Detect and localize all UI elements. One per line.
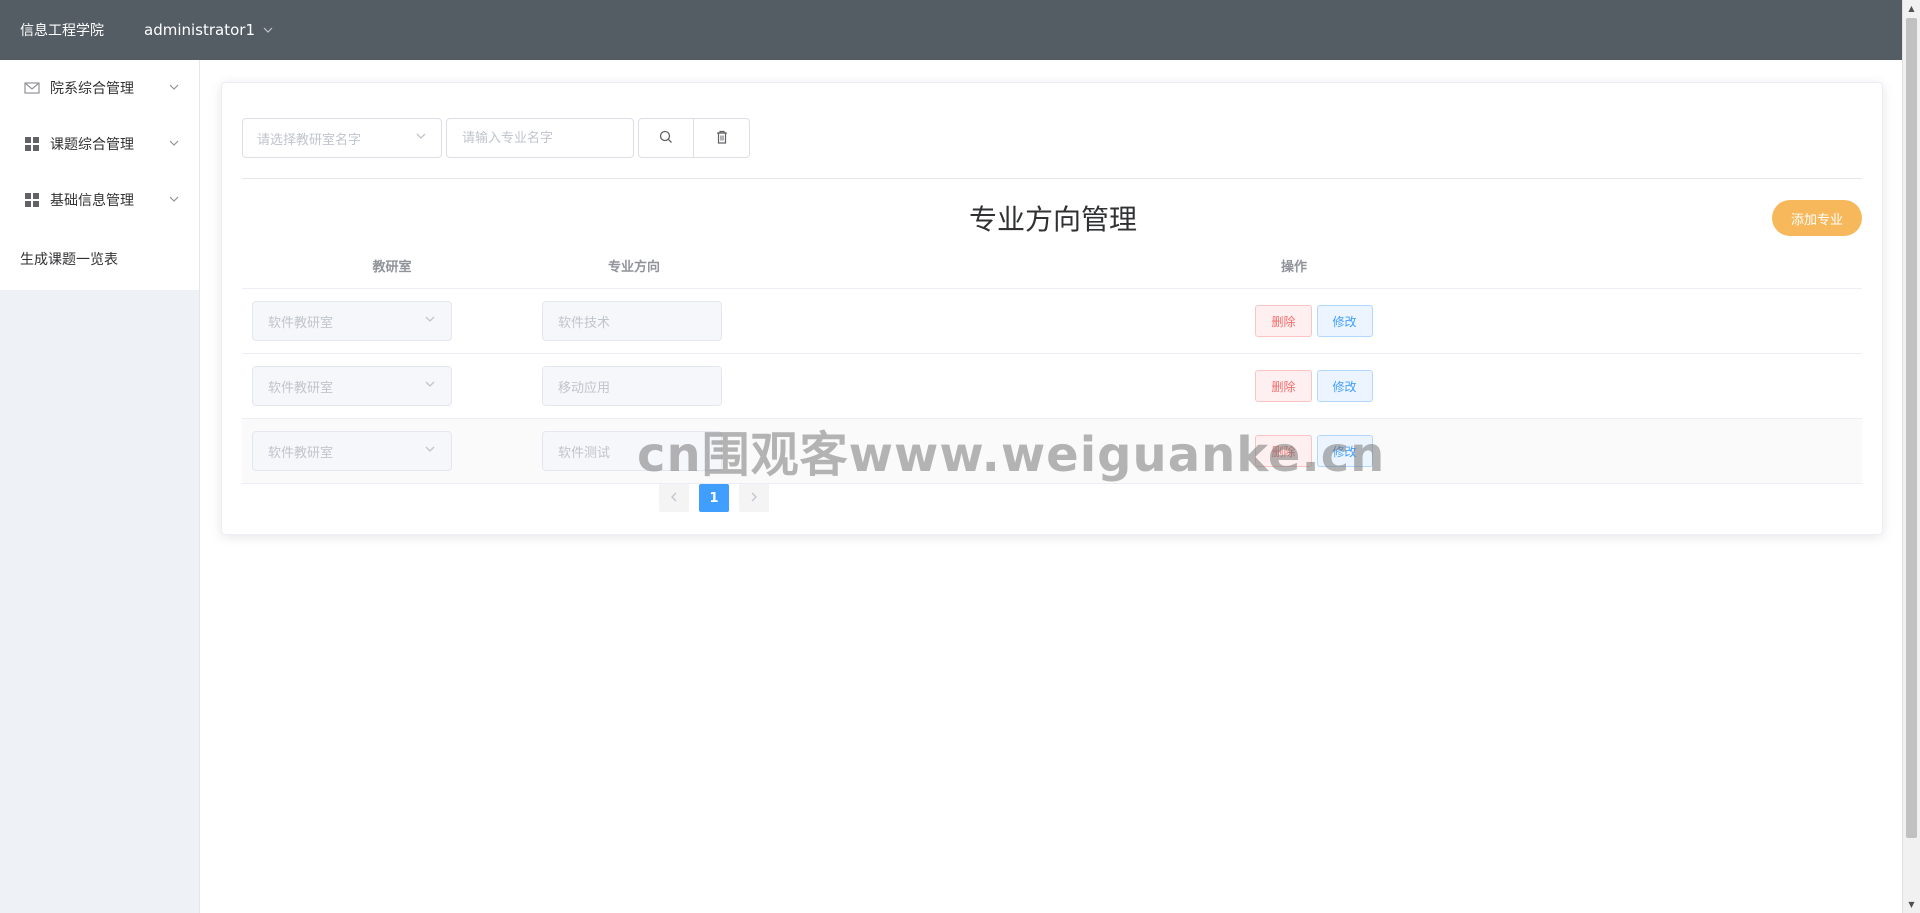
edit-button[interactable]: 修改 bbox=[1316, 370, 1373, 402]
page-number-button[interactable]: 1 bbox=[699, 484, 729, 512]
chevron-down-icon bbox=[415, 130, 427, 146]
top-header: 信息工程学院 administrator1 bbox=[0, 0, 1902, 60]
major-management-card: 请选择教研室名字 专业方向管理 添加专业 教研室 专业方向 操作 bbox=[221, 82, 1883, 535]
search-button-group bbox=[638, 118, 750, 158]
delete-button[interactable]: 删除 bbox=[1255, 370, 1312, 402]
major-search-input[interactable] bbox=[446, 118, 634, 158]
actions-cell: 删除 修改 bbox=[726, 435, 1862, 467]
chevron-down-icon bbox=[424, 443, 436, 459]
add-major-button[interactable]: 添加专业 bbox=[1772, 200, 1862, 236]
department-select-placeholder: 请选择教研室名字 bbox=[257, 132, 362, 148]
user-dropdown[interactable]: administrator1 bbox=[144, 21, 273, 39]
scroll-up-arrow-icon[interactable]: ▲ bbox=[1903, 0, 1920, 17]
major-input-disabled: 软件测试 bbox=[542, 431, 722, 471]
column-header-actions: 操作 bbox=[1280, 260, 1307, 275]
trash-icon bbox=[716, 129, 728, 148]
department-value: 软件教研室 bbox=[268, 445, 334, 461]
pagination: 1 bbox=[659, 484, 769, 512]
sidebar-item-topic[interactable]: 课题综合管理 bbox=[0, 116, 199, 172]
search-toolbar: 请选择教研室名字 bbox=[242, 118, 750, 158]
major-cell: 软件技术 bbox=[542, 301, 726, 341]
next-page-button[interactable] bbox=[739, 484, 769, 512]
search-icon bbox=[659, 129, 673, 148]
scrollbar-thumb[interactable] bbox=[1906, 18, 1917, 838]
actions-cell: 删除 修改 bbox=[726, 370, 1862, 402]
chevron-down-icon bbox=[169, 80, 179, 96]
major-cell: 移动应用 bbox=[542, 366, 726, 406]
department-cell: 软件教研室 bbox=[242, 301, 542, 341]
department-value: 软件教研室 bbox=[268, 380, 334, 396]
actions-cell: 删除 修改 bbox=[726, 305, 1862, 337]
brand-name: 信息工程学院 bbox=[20, 23, 104, 39]
grid-icon bbox=[24, 136, 40, 152]
major-table: 教研室 专业方向 操作 软件教研室 软件技术 删除 修改 软件教研室 移动应用 … bbox=[242, 243, 1862, 484]
page-scrollbar[interactable]: ▲ ▼ bbox=[1902, 0, 1920, 913]
table-row: 软件教研室 软件测试 删除 修改 bbox=[242, 419, 1862, 484]
department-select-disabled: 软件教研室 bbox=[252, 301, 452, 341]
sidebar-item-label: 生成课题一览表 bbox=[20, 252, 118, 268]
major-cell: 软件测试 bbox=[542, 431, 726, 471]
envelope-icon bbox=[24, 80, 40, 96]
edit-button[interactable]: 修改 bbox=[1316, 305, 1373, 337]
prev-page-button[interactable] bbox=[659, 484, 689, 512]
department-select[interactable]: 请选择教研室名字 bbox=[242, 118, 442, 158]
edit-button[interactable]: 修改 bbox=[1316, 435, 1373, 467]
scroll-down-arrow-icon[interactable]: ▼ bbox=[1903, 896, 1920, 913]
chevron-right-icon bbox=[750, 491, 758, 506]
delete-button[interactable]: 删除 bbox=[1255, 305, 1312, 337]
column-header-department: 教研室 bbox=[372, 260, 412, 275]
search-button[interactable] bbox=[638, 118, 694, 158]
chevron-down-icon bbox=[169, 192, 179, 208]
chevron-down-icon bbox=[424, 313, 436, 329]
page-title: 专业方向管理 bbox=[968, 203, 1137, 236]
department-cell: 软件教研室 bbox=[242, 366, 542, 406]
clear-button[interactable] bbox=[694, 118, 750, 158]
grid-icon bbox=[24, 192, 40, 208]
table-header: 教研室 专业方向 操作 bbox=[242, 243, 1862, 289]
chevron-down-icon bbox=[169, 136, 179, 152]
sidebar-item-label: 课题综合管理 bbox=[50, 137, 134, 153]
table-row: 软件教研室 软件技术 删除 修改 bbox=[242, 289, 1862, 354]
chevron-down-icon bbox=[424, 378, 436, 394]
sidebar-item-label: 院系综合管理 bbox=[50, 81, 134, 97]
username: administrator1 bbox=[144, 21, 255, 39]
sidebar-item-basic-info[interactable]: 基础信息管理 bbox=[0, 172, 199, 228]
major-input-disabled: 软件技术 bbox=[542, 301, 722, 341]
delete-button[interactable]: 删除 bbox=[1255, 435, 1312, 467]
table-row: 软件教研室 移动应用 删除 修改 bbox=[242, 354, 1862, 419]
toolbar-divider bbox=[242, 178, 1862, 179]
sidebar-menu: 院系综合管理 课题综合管理 基础信息管理 生成课题一览表 bbox=[0, 60, 199, 290]
department-select-disabled: 软件教研室 bbox=[252, 431, 452, 471]
major-input-disabled: 移动应用 bbox=[542, 366, 722, 406]
department-value: 软件教研室 bbox=[268, 315, 334, 331]
chevron-down-icon bbox=[263, 21, 273, 39]
department-select-disabled: 软件教研室 bbox=[252, 366, 452, 406]
sidebar-item-topic-list[interactable]: 生成课题一览表 bbox=[0, 228, 199, 290]
sidebar: 院系综合管理 课题综合管理 基础信息管理 生成课题一览表 bbox=[0, 60, 200, 913]
column-header-major: 专业方向 bbox=[607, 260, 660, 275]
chevron-left-icon bbox=[670, 491, 678, 506]
sidebar-item-label: 基础信息管理 bbox=[50, 193, 134, 209]
sidebar-item-department[interactable]: 院系综合管理 bbox=[0, 60, 199, 116]
department-cell: 软件教研室 bbox=[242, 431, 542, 471]
